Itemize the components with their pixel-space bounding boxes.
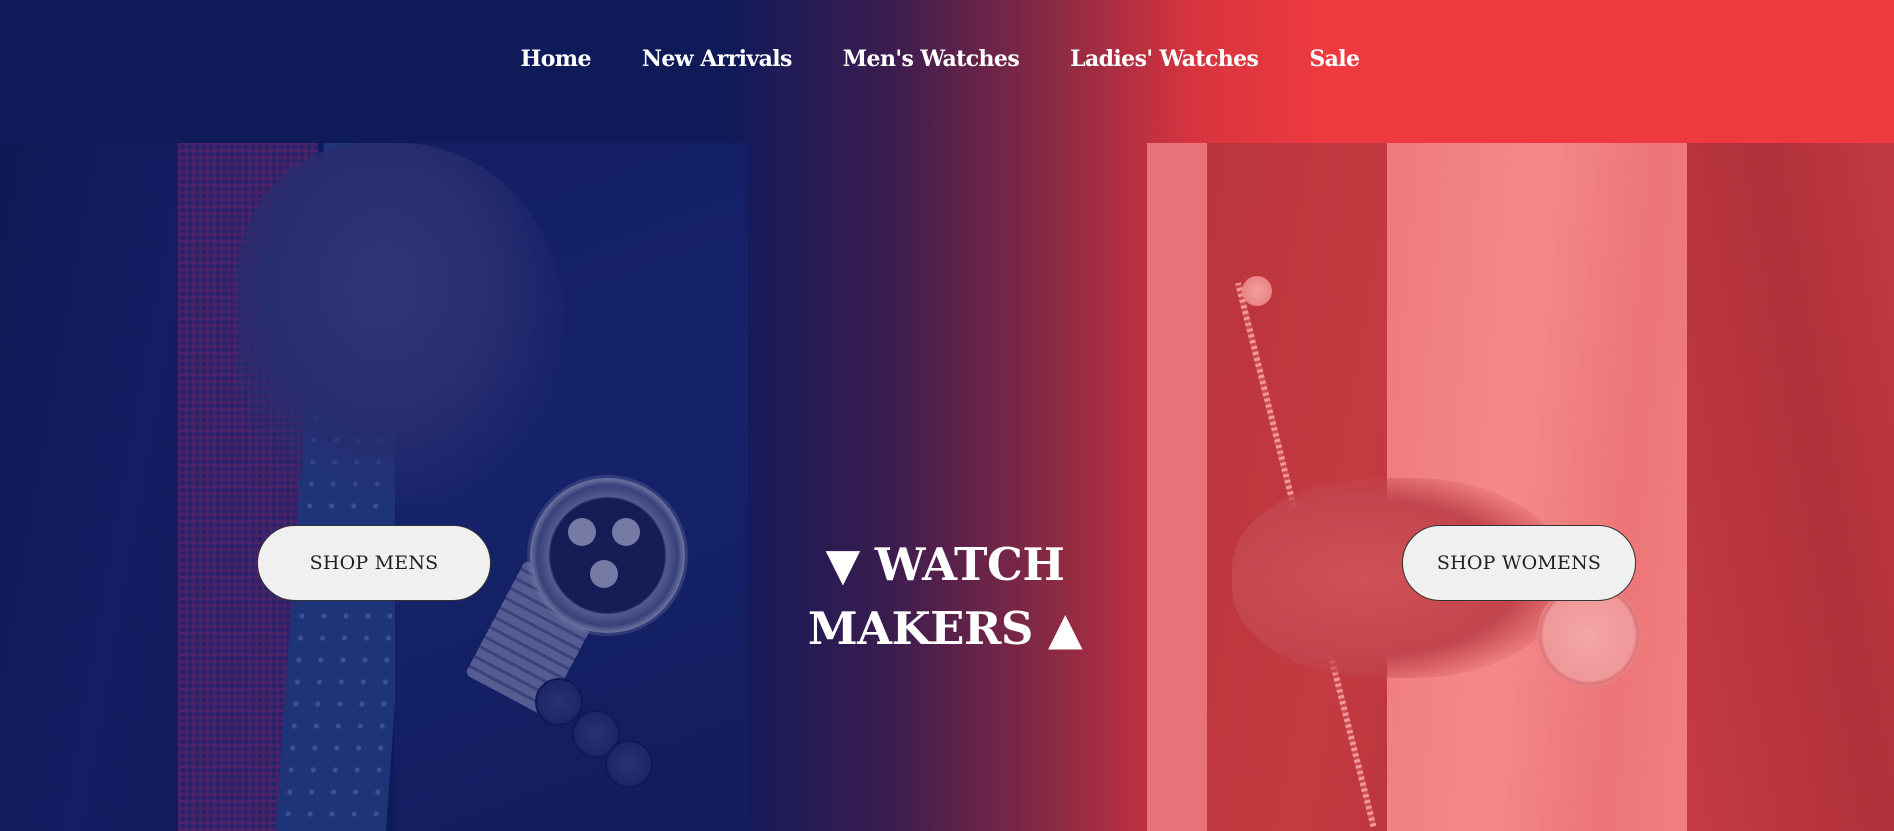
top-navigation: Home New Arrivals Men's Watches Ladies' … xyxy=(0,0,1894,143)
nav-item-ladies-watches[interactable]: Ladies' Watches xyxy=(1070,46,1259,72)
mens-hero-image xyxy=(0,143,748,831)
nav-item-sale[interactable]: Sale xyxy=(1309,46,1360,72)
mens-color-overlay xyxy=(0,143,748,831)
nav-item-new-arrivals[interactable]: New Arrivals xyxy=(642,46,793,72)
shop-mens-button[interactable]: SHOP MENS xyxy=(257,525,491,601)
nav-list: Home New Arrivals Men's Watches Ladies' … xyxy=(521,46,1361,72)
womens-color-overlay xyxy=(1147,143,1894,831)
nav-item-mens-watches[interactable]: Men's Watches xyxy=(843,46,1020,72)
headline-line-1: ▼ WATCH xyxy=(825,538,1065,592)
womens-hero-image xyxy=(1147,143,1894,831)
shop-womens-button[interactable]: SHOP WOMENS xyxy=(1402,525,1636,601)
hero-headline: ▼ WATCH MAKERS ▲ xyxy=(780,533,1110,661)
landing-page: Home New Arrivals Men's Watches Ladies' … xyxy=(0,0,1894,831)
nav-item-home[interactable]: Home xyxy=(521,46,592,72)
headline-line-2: MAKERS ▲ xyxy=(807,602,1083,656)
